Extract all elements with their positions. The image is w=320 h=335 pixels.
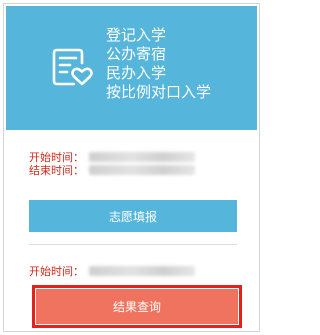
end-time-value-redacted	[89, 165, 195, 175]
start-time-value-redacted	[89, 152, 195, 162]
end-time-label: 结束时间：	[29, 164, 84, 177]
admission-type-item: 公办寄宿	[106, 45, 167, 63]
admission-type-list: 登记入学 公办寄宿 民办入学 按比例对口入学	[106, 26, 211, 102]
result-start-time-value-redacted	[89, 266, 195, 276]
result-start-time-label: 开始时间：	[29, 265, 84, 278]
divider	[29, 244, 237, 245]
form-heart-icon	[52, 48, 93, 86]
result-query-button[interactable]: 结果查询	[36, 289, 238, 324]
apply-button[interactable]: 志愿填报	[29, 200, 237, 232]
admission-type-item: 按比例对口入学	[106, 83, 212, 101]
admission-card: 登记入学 公办寄宿 民办入学 按比例对口入学 开始时间： 结束时间： 志愿填报 …	[3, 3, 260, 332]
hero-banner: 登记入学 公办寄宿 民办入学 按比例对口入学	[6, 6, 257, 130]
admission-type-item: 登记入学	[106, 26, 167, 44]
admission-type-item: 民办入学	[106, 64, 167, 82]
